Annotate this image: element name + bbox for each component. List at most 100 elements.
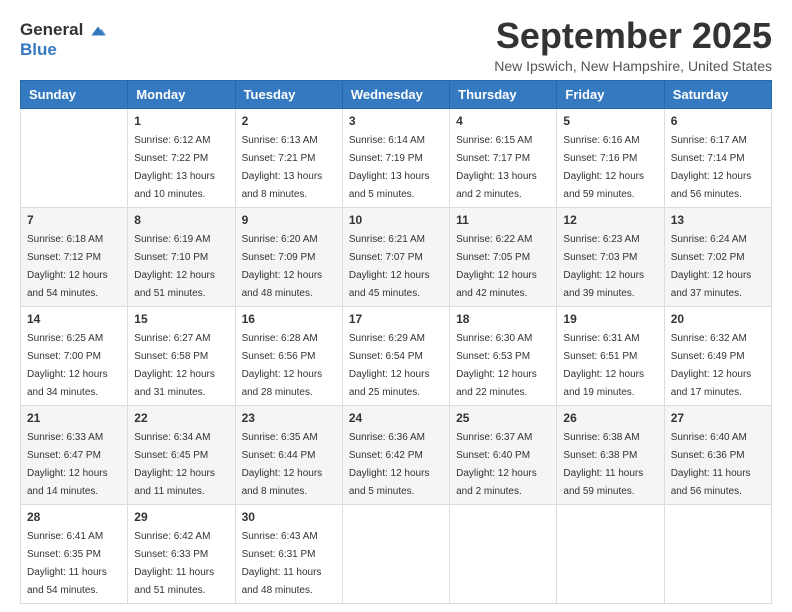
logo-blue: Blue: [20, 40, 107, 60]
table-row: 17 Sunrise: 6:29 AMSunset: 6:54 PMDaylig…: [342, 306, 449, 405]
table-row: 4 Sunrise: 6:15 AMSunset: 7:17 PMDayligh…: [450, 108, 557, 207]
col-wednesday: Wednesday: [342, 80, 449, 108]
logo: General Blue: [20, 20, 107, 59]
day-number: 23: [242, 411, 336, 425]
day-number: 27: [671, 411, 765, 425]
day-info: Sunrise: 6:28 AMSunset: 6:56 PMDaylight:…: [242, 333, 323, 398]
day-number: 14: [27, 312, 121, 326]
table-row: 6 Sunrise: 6:17 AMSunset: 7:14 PMDayligh…: [664, 108, 771, 207]
calendar-week-row: 7 Sunrise: 6:18 AMSunset: 7:12 PMDayligh…: [21, 207, 772, 306]
table-row: 8 Sunrise: 6:19 AMSunset: 7:10 PMDayligh…: [128, 207, 235, 306]
table-row: [664, 504, 771, 603]
day-number: 24: [349, 411, 443, 425]
table-row: 28 Sunrise: 6:41 AMSunset: 6:35 PMDaylig…: [21, 504, 128, 603]
table-row: 24 Sunrise: 6:36 AMSunset: 6:42 PMDaylig…: [342, 405, 449, 504]
table-row: 21 Sunrise: 6:33 AMSunset: 6:47 PMDaylig…: [21, 405, 128, 504]
table-row: 11 Sunrise: 6:22 AMSunset: 7:05 PMDaylig…: [450, 207, 557, 306]
day-number: 29: [134, 510, 228, 524]
day-info: Sunrise: 6:35 AMSunset: 6:44 PMDaylight:…: [242, 432, 323, 497]
day-info: Sunrise: 6:43 AMSunset: 6:31 PMDaylight:…: [242, 531, 322, 596]
logo-text: General: [20, 20, 107, 40]
day-info: Sunrise: 6:37 AMSunset: 6:40 PMDaylight:…: [456, 432, 537, 497]
header: General Blue September 2025 New Ipswich,…: [20, 16, 772, 74]
day-number: 4: [456, 114, 550, 128]
day-number: 20: [671, 312, 765, 326]
day-info: Sunrise: 6:19 AMSunset: 7:10 PMDaylight:…: [134, 234, 215, 299]
table-row: [342, 504, 449, 603]
table-row: 30 Sunrise: 6:43 AMSunset: 6:31 PMDaylig…: [235, 504, 342, 603]
logo-icon: [89, 22, 107, 40]
title-block: September 2025 New Ipswich, New Hampshir…: [494, 16, 772, 74]
calendar-week-row: 21 Sunrise: 6:33 AMSunset: 6:47 PMDaylig…: [21, 405, 772, 504]
table-row: 13 Sunrise: 6:24 AMSunset: 7:02 PMDaylig…: [664, 207, 771, 306]
table-row: 14 Sunrise: 6:25 AMSunset: 7:00 PMDaylig…: [21, 306, 128, 405]
calendar-week-row: 1 Sunrise: 6:12 AMSunset: 7:22 PMDayligh…: [21, 108, 772, 207]
calendar: Sunday Monday Tuesday Wednesday Thursday…: [20, 80, 772, 604]
col-saturday: Saturday: [664, 80, 771, 108]
table-row: 25 Sunrise: 6:37 AMSunset: 6:40 PMDaylig…: [450, 405, 557, 504]
calendar-week-row: 28 Sunrise: 6:41 AMSunset: 6:35 PMDaylig…: [21, 504, 772, 603]
day-info: Sunrise: 6:32 AMSunset: 6:49 PMDaylight:…: [671, 333, 752, 398]
table-row: 19 Sunrise: 6:31 AMSunset: 6:51 PMDaylig…: [557, 306, 664, 405]
day-info: Sunrise: 6:23 AMSunset: 7:03 PMDaylight:…: [563, 234, 644, 299]
table-row: 27 Sunrise: 6:40 AMSunset: 6:36 PMDaylig…: [664, 405, 771, 504]
col-tuesday: Tuesday: [235, 80, 342, 108]
day-info: Sunrise: 6:12 AMSunset: 7:22 PMDaylight:…: [134, 135, 215, 200]
day-number: 21: [27, 411, 121, 425]
table-row: [557, 504, 664, 603]
day-number: 15: [134, 312, 228, 326]
day-number: 13: [671, 213, 765, 227]
day-info: Sunrise: 6:18 AMSunset: 7:12 PMDaylight:…: [27, 234, 108, 299]
table-row: 26 Sunrise: 6:38 AMSunset: 6:38 PMDaylig…: [557, 405, 664, 504]
day-info: Sunrise: 6:22 AMSunset: 7:05 PMDaylight:…: [456, 234, 537, 299]
day-number: 5: [563, 114, 657, 128]
day-number: 8: [134, 213, 228, 227]
day-number: 11: [456, 213, 550, 227]
day-info: Sunrise: 6:21 AMSunset: 7:07 PMDaylight:…: [349, 234, 430, 299]
table-row: 16 Sunrise: 6:28 AMSunset: 6:56 PMDaylig…: [235, 306, 342, 405]
col-friday: Friday: [557, 80, 664, 108]
day-info: Sunrise: 6:40 AMSunset: 6:36 PMDaylight:…: [671, 432, 751, 497]
table-row: [21, 108, 128, 207]
day-number: 16: [242, 312, 336, 326]
day-number: 25: [456, 411, 550, 425]
day-info: Sunrise: 6:41 AMSunset: 6:35 PMDaylight:…: [27, 531, 107, 596]
day-number: 17: [349, 312, 443, 326]
calendar-week-row: 14 Sunrise: 6:25 AMSunset: 7:00 PMDaylig…: [21, 306, 772, 405]
table-row: 23 Sunrise: 6:35 AMSunset: 6:44 PMDaylig…: [235, 405, 342, 504]
month-title: September 2025: [494, 16, 772, 56]
day-info: Sunrise: 6:16 AMSunset: 7:16 PMDaylight:…: [563, 135, 644, 200]
table-row: 12 Sunrise: 6:23 AMSunset: 7:03 PMDaylig…: [557, 207, 664, 306]
day-info: Sunrise: 6:14 AMSunset: 7:19 PMDaylight:…: [349, 135, 430, 200]
day-number: 26: [563, 411, 657, 425]
day-info: Sunrise: 6:31 AMSunset: 6:51 PMDaylight:…: [563, 333, 644, 398]
col-thursday: Thursday: [450, 80, 557, 108]
day-number: 30: [242, 510, 336, 524]
table-row: 18 Sunrise: 6:30 AMSunset: 6:53 PMDaylig…: [450, 306, 557, 405]
day-number: 2: [242, 114, 336, 128]
table-row: 3 Sunrise: 6:14 AMSunset: 7:19 PMDayligh…: [342, 108, 449, 207]
table-row: 2 Sunrise: 6:13 AMSunset: 7:21 PMDayligh…: [235, 108, 342, 207]
day-info: Sunrise: 6:29 AMSunset: 6:54 PMDaylight:…: [349, 333, 430, 398]
day-info: Sunrise: 6:25 AMSunset: 7:00 PMDaylight:…: [27, 333, 108, 398]
day-number: 28: [27, 510, 121, 524]
day-info: Sunrise: 6:33 AMSunset: 6:47 PMDaylight:…: [27, 432, 108, 497]
day-number: 1: [134, 114, 228, 128]
day-info: Sunrise: 6:34 AMSunset: 6:45 PMDaylight:…: [134, 432, 215, 497]
table-row: 10 Sunrise: 6:21 AMSunset: 7:07 PMDaylig…: [342, 207, 449, 306]
table-row: 22 Sunrise: 6:34 AMSunset: 6:45 PMDaylig…: [128, 405, 235, 504]
table-row: 20 Sunrise: 6:32 AMSunset: 6:49 PMDaylig…: [664, 306, 771, 405]
calendar-header-row: Sunday Monday Tuesday Wednesday Thursday…: [21, 80, 772, 108]
location: New Ipswich, New Hampshire, United State…: [494, 58, 772, 74]
day-number: 9: [242, 213, 336, 227]
day-number: 12: [563, 213, 657, 227]
day-number: 3: [349, 114, 443, 128]
day-number: 22: [134, 411, 228, 425]
day-info: Sunrise: 6:17 AMSunset: 7:14 PMDaylight:…: [671, 135, 752, 200]
day-info: Sunrise: 6:27 AMSunset: 6:58 PMDaylight:…: [134, 333, 215, 398]
table-row: 1 Sunrise: 6:12 AMSunset: 7:22 PMDayligh…: [128, 108, 235, 207]
day-number: 19: [563, 312, 657, 326]
day-info: Sunrise: 6:30 AMSunset: 6:53 PMDaylight:…: [456, 333, 537, 398]
day-info: Sunrise: 6:42 AMSunset: 6:33 PMDaylight:…: [134, 531, 214, 596]
table-row: 29 Sunrise: 6:42 AMSunset: 6:33 PMDaylig…: [128, 504, 235, 603]
